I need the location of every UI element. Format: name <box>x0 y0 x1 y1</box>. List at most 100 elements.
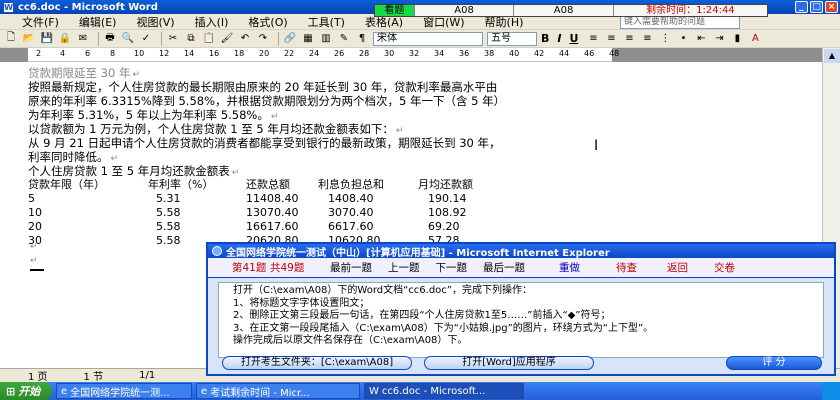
underline-button[interactable]: U <box>569 32 578 45</box>
ruler-margin-left <box>0 48 28 62</box>
prev-question-button[interactable]: 上一题 <box>380 260 428 275</box>
window-controls: _ □ × <box>795 1 838 13</box>
ruler-tick: 46 <box>584 49 595 58</box>
ruler-tick: 10 <box>134 49 145 58</box>
ruler-margin-right <box>612 48 822 62</box>
ie-taskbar-icon: e <box>61 385 68 397</box>
highlight-icon[interactable]: ▮ <box>730 32 744 46</box>
paste-icon[interactable]: 📋 <box>202 32 216 46</box>
email-icon[interactable]: ✉ <box>76 32 90 46</box>
page-indicator: 1 页 <box>28 372 48 383</box>
word-taskbar-icon: W <box>369 385 379 397</box>
window-title: cc6.doc - Microsoft Word <box>18 1 158 13</box>
cut-icon[interactable]: ✂ <box>166 32 180 46</box>
submit-exam-button[interactable]: 交卷 <box>702 260 747 275</box>
font-name-select[interactable]: 宋体 <box>373 31 483 46</box>
save-icon[interactable]: 💾 <box>40 32 54 46</box>
menu-format[interactable]: 格式(O) <box>248 14 287 30</box>
redo-icon[interactable]: ↷ <box>256 32 270 46</box>
dialog-title-bar: 全国网络学院统一测试（中山）[计算机应用基础] - Microsoft Inte… <box>208 244 834 258</box>
table-cell: 10 <box>28 206 42 219</box>
open-word-button[interactable]: 打开[Word]应用程序 <box>424 356 594 370</box>
columns-icon[interactable]: ▥ <box>319 32 333 46</box>
close-button[interactable]: × <box>825 1 838 13</box>
ruler-tick: 34 <box>434 49 445 58</box>
view-question-button[interactable]: 看题 <box>375 5 415 16</box>
menu-insert[interactable]: 插入(I) <box>195 14 229 30</box>
table-cell: 11408.40 <box>246 192 299 205</box>
font-color-icon[interactable]: A <box>748 32 762 46</box>
permission-icon[interactable]: 🔒 <box>58 32 72 46</box>
menu-view[interactable]: 视图(V) <box>136 14 174 30</box>
exam-dialog: 全国网络学院统一测试（中山）[计算机应用基础] - Microsoft Inte… <box>206 242 836 376</box>
ruler-tick: 6 <box>85 49 91 58</box>
spelling-icon[interactable]: ✓ <box>139 32 153 46</box>
taskbar: ⊞ 开始 e 全国网络学院统一测... e 考试剩余时间 - Micr... Wcc6… <box>0 382 840 400</box>
help-search-input[interactable]: 键入需要帮助的问题 <box>620 15 740 29</box>
show-hide-icon[interactable]: ¶ <box>355 32 369 46</box>
paragraph-line: 原来的年利率 6.3315%降到 5.58%，并根据贷款期限划分为两个档次，5 … <box>28 94 506 108</box>
align-center-icon[interactable]: ≡ <box>604 32 618 46</box>
drawing-icon[interactable]: ✎ <box>337 32 351 46</box>
format-painter-icon[interactable]: 🖌 <box>220 32 234 46</box>
empty-paragraph: ↵ <box>30 256 38 266</box>
new-document-icon[interactable]: 🗋 <box>4 32 18 46</box>
table-cell: 30 <box>28 234 42 247</box>
copy-icon[interactable]: ⧉ <box>184 32 198 46</box>
exam-id-cell: A08 <box>414 5 515 16</box>
taskbar-item-label: 考试剩余时间 - Micr... <box>210 387 310 399</box>
hyperlink-icon[interactable]: 🔗 <box>283 32 297 46</box>
align-left-icon[interactable]: ≡ <box>586 32 600 46</box>
horizontal-ruler[interactable]: 2 4 6 8 10 12 14 16 18 20 22 24 26 28 30… <box>0 48 840 62</box>
table-header: 年利率（%） <box>148 178 214 191</box>
print-icon[interactable]: 🖶 <box>103 32 117 46</box>
taskbar-item-timer[interactable]: e 考试剩余时间 - Micr... <box>196 383 360 399</box>
table-cell: 1408.40 <box>328 192 374 205</box>
menu-edit[interactable]: 编辑(E) <box>79 14 117 30</box>
dialog-actions: 打开考生文件夹：[C:\exam\A08] 打开[Word]应用程序 评 分 <box>222 356 822 370</box>
numbering-icon[interactable]: ⋮ <box>658 32 672 46</box>
first-question-button[interactable]: 最前一题 <box>322 260 380 275</box>
minimize-button[interactable]: _ <box>795 1 808 13</box>
increase-indent-icon[interactable]: ⇥ <box>712 32 726 46</box>
system-tray[interactable] <box>822 382 840 400</box>
font-size-select[interactable]: 五号 <box>487 31 537 46</box>
score-button[interactable]: 评 分 <box>726 356 822 370</box>
bullets-icon[interactable]: • <box>676 32 690 46</box>
align-right-icon[interactable]: ≡ <box>622 32 636 46</box>
table-header: 贷款年限（年） <box>28 178 105 191</box>
pending-review-button[interactable]: 待查 <box>600 260 653 275</box>
ruler-tick: 30 <box>384 49 395 58</box>
word-doc-icon: W <box>3 1 14 13</box>
text-cursor-icon: Ⅰ <box>594 138 599 154</box>
paragraph-line: 从 9 月 21 日起申请个人住房贷款的消费者都能享受到银行的最新政策，期限延长… <box>28 136 501 150</box>
italic-button[interactable]: I <box>557 32 561 45</box>
undo-icon[interactable]: ↶ <box>238 32 252 46</box>
table-header: 利息负担总和 <box>318 178 384 191</box>
open-folder-icon[interactable]: 📂 <box>22 32 36 46</box>
decrease-indent-icon[interactable]: ⇤ <box>694 32 708 46</box>
maximize-button[interactable]: □ <box>810 1 823 13</box>
start-button[interactable]: ⊞ 开始 <box>0 382 52 400</box>
question-instructions: 打开（C:\exam\A08）下的Word文档“cc6.doc”，完成下列操作：… <box>218 282 824 358</box>
return-button[interactable]: 返回 <box>653 260 702 275</box>
redo-button[interactable]: 重做 <box>533 260 600 275</box>
table-icon[interactable]: ▦ <box>301 32 315 46</box>
menu-tools[interactable]: 工具(T) <box>308 14 345 30</box>
open-exam-folder-button[interactable]: 打开考生文件夹：[C:\exam\A08] <box>222 356 412 370</box>
ruler-tick: 2 <box>36 49 42 58</box>
menu-file[interactable]: 文件(F) <box>22 14 59 30</box>
table-cell: 5.58 <box>156 220 181 233</box>
justify-icon[interactable]: ≡ <box>640 32 654 46</box>
windows-logo-icon: ⊞ <box>6 384 16 398</box>
print-preview-icon[interactable]: 🔍 <box>121 32 135 46</box>
next-question-button[interactable]: 下一题 <box>428 260 476 275</box>
last-question-button[interactable]: 最后一题 <box>475 260 533 275</box>
ruler-tick: 20 <box>259 49 270 58</box>
table-cell: 108.92 <box>428 206 467 219</box>
ruler-tick: 44 <box>559 49 570 58</box>
taskbar-item-word[interactable]: Wcc6.doc - Microsoft... <box>364 383 524 399</box>
bold-button[interactable]: B <box>541 32 549 45</box>
taskbar-item-exam[interactable]: e 全国网络学院统一测... <box>56 383 192 399</box>
scroll-up-icon[interactable]: ▲ <box>824 49 840 63</box>
